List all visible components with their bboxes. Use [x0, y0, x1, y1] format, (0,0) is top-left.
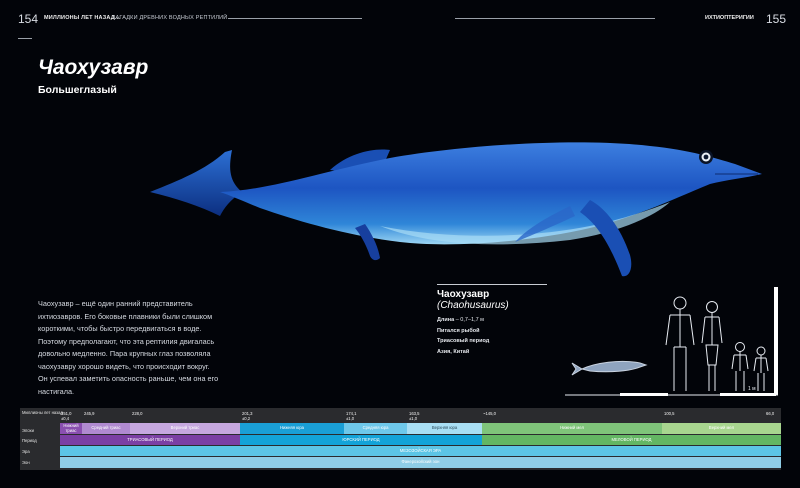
- body-text: Чаохузавр – ещё один ранний представител…: [38, 299, 219, 396]
- page-number-right: 155: [766, 12, 787, 26]
- timeline-label-epochs: Эпохи: [22, 428, 34, 433]
- epoch-cell: Нижний мел: [482, 423, 662, 434]
- epoch-cell: Средний триас: [82, 423, 130, 434]
- geologic-timeline: Миллионы лет назад Эпохи Период Эра Эон …: [20, 408, 781, 470]
- running-head: ЗАГАДКИ ДРЕВНИХ ВОДНЫХ РЕПТИЛИЙ: [112, 15, 228, 21]
- period-cell: ЮРСКИЙ ПЕРИОД: [240, 435, 482, 445]
- page-subtitle: Большеглазый: [38, 84, 117, 96]
- header-rule-left: [228, 18, 362, 19]
- timeline-number: 174,1 ±1,0: [346, 411, 357, 421]
- timeline-number: 251,0 ±0,4: [61, 411, 72, 421]
- chaohusaurus-illustration: [150, 142, 762, 277]
- epoch-cell: Верхняя юра: [407, 423, 482, 434]
- timeline-label-eon: Эон: [22, 460, 30, 465]
- timeline-label-mya: Миллионы лет назад: [22, 410, 63, 415]
- fact-name: Чаохузавр: [437, 289, 490, 300]
- header-rule-right: [455, 18, 655, 19]
- period-cell: ТРИАСОВЫЙ ПЕРИОД: [60, 435, 240, 445]
- era-cell: МЕЗОЗОЙСКАЯ ЭРА: [60, 446, 781, 456]
- eon-cell: Фанерозойский эон: [60, 457, 781, 468]
- timeline-label-era: Эра: [22, 449, 30, 454]
- timeline-number: 228,0: [132, 411, 143, 416]
- running-head-bold: МИЛЛИОНЫ ЛЕТ НАЗАД...: [44, 15, 121, 21]
- timeline-number: 163,5 ±1,0: [409, 411, 420, 421]
- epoch-cell: Нижний триас: [60, 423, 82, 434]
- tail-fin: [150, 150, 242, 216]
- timeline-number: 201,3 ±0,2: [242, 411, 253, 421]
- timeline-number: ~145,0: [483, 411, 496, 416]
- page-header: 154 МИЛЛИОНЫ ЛЕТ НАЗАД... ЗАГАДКИ ДРЕВНИ…: [0, 0, 800, 36]
- timeline-number: 66,0: [766, 411, 775, 416]
- fish-body: [220, 142, 762, 245]
- epoch-cell: Верхний триас: [130, 423, 240, 434]
- fact-diet: Питался рыбой: [437, 327, 480, 334]
- fact-length: Длина – 0,7–1,7 м: [437, 317, 484, 323]
- epoch-cell: Средняя юра: [344, 423, 407, 434]
- epoch-cell: Верхний мел: [662, 423, 781, 434]
- fact-latin-name: (Chaohusaurus): [437, 300, 509, 311]
- timeline-label-periods: Период: [22, 438, 37, 443]
- scale-label: 1 м: [748, 386, 756, 392]
- timeline-number: 100,5: [664, 411, 675, 416]
- running-head-right: ИХТИОПТЕРИГИИ: [705, 15, 754, 21]
- epoch-cell: Нижняя юра: [240, 423, 344, 434]
- period-cell: МЕЛОВОЙ ПЕРИОД: [482, 435, 781, 445]
- fact-location: Азия, Китай: [437, 348, 470, 355]
- size-comparison: 1 м: [565, 287, 778, 396]
- timeline-number: 245,9: [84, 411, 95, 416]
- fact-box: Чаохузавр (Chaohusaurus) Длина – 0,7–1,7…: [437, 284, 547, 357]
- fact-box-rule: [437, 284, 547, 285]
- page-number-left: 154: [18, 12, 39, 26]
- fact-period: Триасовый период: [437, 338, 490, 344]
- page-title: Чаохузавр: [38, 56, 149, 79]
- corner-mark: [18, 38, 32, 39]
